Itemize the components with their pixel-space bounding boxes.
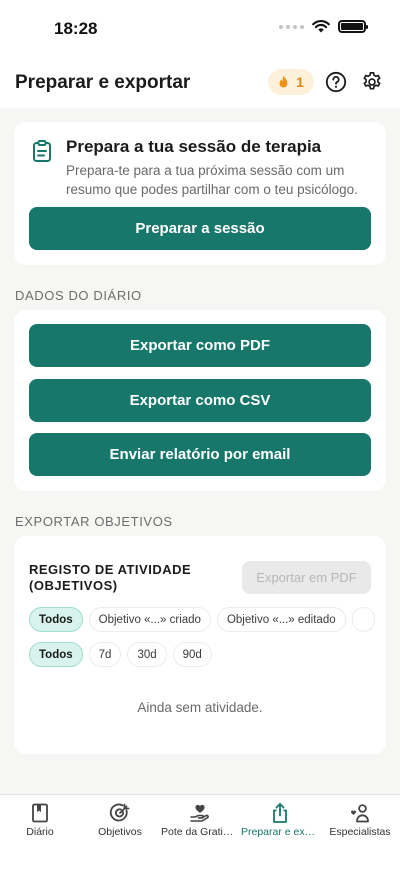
tab-label-prepare-export: Preparar e exportar (241, 826, 320, 838)
filter-chip-7d[interactable]: 7d (88, 642, 122, 667)
tab-label-gratitude: Pote da Gratidão (161, 826, 240, 838)
diary-section-label: DADOS DO DIÁRIO (15, 288, 142, 303)
goals-activity-card: REGISTO DE ATIVIDADE (OBJETIVOS) Exporta… (14, 536, 386, 754)
page-header: Preparar e exportar 1 (0, 58, 400, 108)
tab-gratitude[interactable]: Pote da Gratidão (160, 795, 240, 845)
period-filter-row: Todos 7d 30d 90d (29, 642, 212, 667)
streak-badge[interactable]: 1 (268, 69, 314, 95)
filter-chip-more[interactable] (351, 607, 375, 632)
diary-export-card: Exportar como PDF Exportar como CSV Envi… (14, 310, 386, 491)
fire-icon (279, 75, 288, 88)
empty-activity-text: Ainda sem atividade. (137, 700, 263, 715)
prepare-session-button[interactable]: Preparar a sessão (29, 207, 371, 250)
filter-chip-all-types[interactable]: Todos (29, 607, 83, 632)
status-time: 18:28 (54, 19, 98, 38)
export-csv-button[interactable]: Exportar como CSV (29, 379, 371, 422)
streak-count: 1 (296, 74, 304, 90)
tab-prepare-export[interactable]: Preparar e exportar (240, 795, 320, 845)
export-goals-pdf-button[interactable]: Exportar em PDF (242, 561, 371, 594)
tab-label-specialists: Especialistas (329, 826, 391, 838)
filter-chip-goal-created[interactable]: Objetivo «...» criado (88, 607, 211, 632)
book-icon (32, 803, 48, 823)
prepare-session-description: Prepara-te para a tua próxima sessão com… (66, 163, 358, 197)
filter-chip-30d[interactable]: 30d (127, 642, 167, 667)
filter-chip-all-periods[interactable]: Todos (29, 642, 83, 667)
export-pdf-button[interactable]: Exportar como PDF (29, 324, 371, 367)
battery-icon (338, 20, 368, 33)
prepare-session-card: Prepara a tua sessão de terapia Prepara-… (14, 122, 386, 265)
hand-heart-icon (190, 804, 209, 822)
gear-icon[interactable] (361, 71, 383, 93)
wifi-icon (312, 20, 330, 33)
share-icon (273, 803, 287, 823)
activity-log-title: REGISTO DE ATIVIDADE (OBJETIVOS) (29, 562, 192, 593)
cellular-signal-icon (279, 24, 304, 29)
tab-label-diary: Diário (26, 826, 54, 838)
person-heart-icon (351, 804, 369, 823)
target-icon (109, 803, 130, 822)
status-icons (279, 20, 368, 33)
goals-section-label: EXPORTAR OBJETIVOS (15, 514, 173, 529)
filter-chip-90d[interactable]: 90d (172, 642, 212, 667)
filter-chip-goal-edited[interactable]: Objetivo «...» editado (216, 607, 346, 632)
status-bar: 18:28 (0, 0, 400, 58)
tab-bar: Diário Objetivos Pote da Gratidão Prepar… (0, 794, 400, 869)
prepare-session-title: Prepara a tua sessão de terapia (66, 137, 322, 156)
tab-specialists[interactable]: Especialistas (320, 795, 400, 845)
page-title: Preparar e exportar (15, 72, 191, 93)
tab-label-goals: Objetivos (98, 826, 142, 838)
clipboard-icon (33, 140, 51, 162)
tab-goals[interactable]: Objetivos (80, 795, 160, 845)
help-icon[interactable] (325, 71, 347, 93)
type-filter-row: Todos Objetivo «...» criado Objetivo «..… (29, 607, 375, 632)
type-filter-scroll[interactable]: Todos Objetivo «...» criado Objetivo «..… (14, 607, 386, 633)
tab-diary[interactable]: Diário (0, 795, 80, 845)
email-report-button[interactable]: Enviar relatório por email (29, 433, 371, 476)
